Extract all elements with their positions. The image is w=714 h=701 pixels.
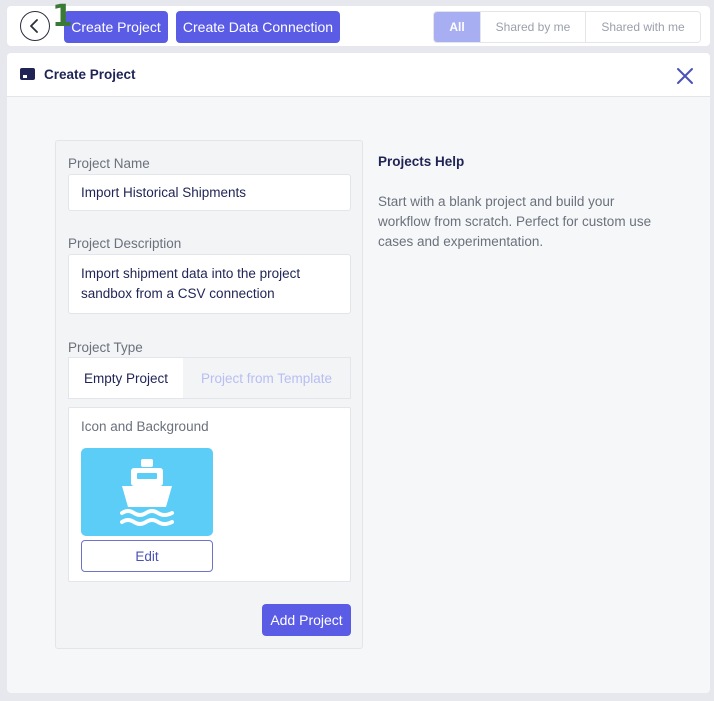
icon-preview [81,448,213,536]
tab-project-from-template[interactable]: Project from Template [183,358,350,398]
close-icon [677,68,693,84]
project-name-input[interactable]: Import Historical Shipments [68,174,351,211]
project-name-label: Project Name [68,156,150,171]
ship-icon [120,459,174,526]
project-icon [20,68,35,80]
create-data-connection-button[interactable]: Create Data Connection [176,11,340,43]
icon-background-panel: Icon and Background Edit [68,407,351,582]
add-project-button[interactable]: Add Project [262,604,351,636]
icon-background-label: Icon and Background [81,419,209,434]
filter-shared-with-me[interactable]: Shared with me [585,12,700,42]
chevron-left-icon [30,19,38,33]
dialog-title: Create Project [44,67,136,82]
filter-all[interactable]: All [434,12,480,42]
share-filter: All Shared by me Shared with me [433,11,701,43]
create-project-button[interactable]: Create Project [64,11,168,43]
back-button[interactable] [20,11,50,41]
project-description-label: Project Description [68,236,182,251]
tab-empty-project[interactable]: Empty Project [69,358,183,398]
project-type-tabs: Empty Project Project from Template [68,357,351,399]
filter-shared-by-me[interactable]: Shared by me [480,12,585,42]
step-marker-1: 1 [52,0,73,34]
help-title: Projects Help [378,154,465,169]
project-form: Project Name Import Historical Shipments… [55,140,363,649]
create-project-dialog: Create Project Project Name Import Histo… [7,53,710,693]
edit-icon-button[interactable]: Edit [81,540,213,572]
project-type-label: Project Type [68,340,143,355]
top-bar: Create Project Create Data Connection Al… [7,6,710,46]
project-description-input[interactable]: Import shipment data into the project sa… [68,254,351,314]
help-body: Start with a blank project and build you… [378,194,652,249]
close-button[interactable] [674,65,696,87]
dialog-header: Create Project [7,53,710,97]
